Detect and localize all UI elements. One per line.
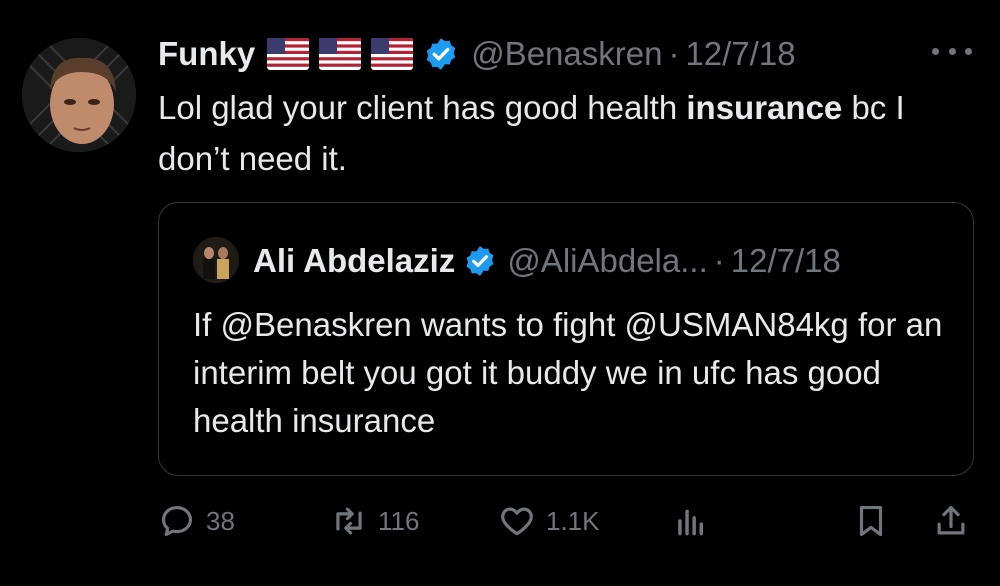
retweet-icon xyxy=(336,507,362,535)
action-bar: 38 116 1.1K xyxy=(158,497,972,545)
quoted-author-handle[interactable]: @AliAbdela... xyxy=(507,242,707,280)
bookmark-icon xyxy=(859,505,883,537)
like-count: 1.1K xyxy=(546,505,600,536)
views-icon xyxy=(678,509,704,536)
avatar[interactable] xyxy=(22,38,136,152)
quoted-header: Ali Abdelaziz @AliAbdela... · 12/7/18 xyxy=(253,237,841,285)
like-icon xyxy=(501,507,533,536)
share-icon xyxy=(937,505,965,535)
quoted-avatar[interactable] xyxy=(193,237,239,283)
separator-dot: · xyxy=(668,35,680,72)
more-icon[interactable] xyxy=(932,38,972,64)
tweet-text-part: Lol glad your client has good health xyxy=(158,89,687,126)
us-flag-icon xyxy=(371,38,414,70)
views-button[interactable] xyxy=(672,497,710,545)
us-flag-icon xyxy=(267,38,310,70)
verified-icon xyxy=(466,246,494,276)
author-name[interactable]: Funky xyxy=(158,35,255,73)
quoted-date[interactable]: 12/7/18 xyxy=(731,242,841,280)
separator-dot: · xyxy=(713,242,725,279)
us-flag-icon xyxy=(319,38,362,70)
tweet-text-bold: insurance xyxy=(686,89,843,126)
quoted-author-name[interactable]: Ali Abdelaziz xyxy=(253,242,455,280)
quoted-tweet[interactable]: Ali Abdelaziz @AliAbdela... · 12/7/18 If… xyxy=(158,202,974,476)
share-button[interactable] xyxy=(932,497,970,545)
flag-emojis xyxy=(267,38,414,70)
retweet-button[interactable]: 116 xyxy=(330,497,419,545)
quoted-text: If @Benaskren wants to fight @USMAN84kg … xyxy=(193,306,943,439)
author-handle[interactable]: @Benaskren xyxy=(471,35,662,73)
reply-button[interactable]: 38 xyxy=(158,497,235,545)
tweet-date[interactable]: 12/7/18 xyxy=(685,35,795,73)
bookmark-button[interactable] xyxy=(852,497,890,545)
reply-count: 38 xyxy=(206,505,235,536)
tweet-header: Funky @Benaskren · 12/7/18 xyxy=(158,30,796,78)
like-button[interactable]: 1.1K xyxy=(498,497,600,545)
tweet-text: Lol glad your client has good health ins… xyxy=(158,82,978,184)
verified-icon xyxy=(426,38,456,70)
retweet-count: 116 xyxy=(378,505,420,536)
reply-icon xyxy=(161,505,193,537)
